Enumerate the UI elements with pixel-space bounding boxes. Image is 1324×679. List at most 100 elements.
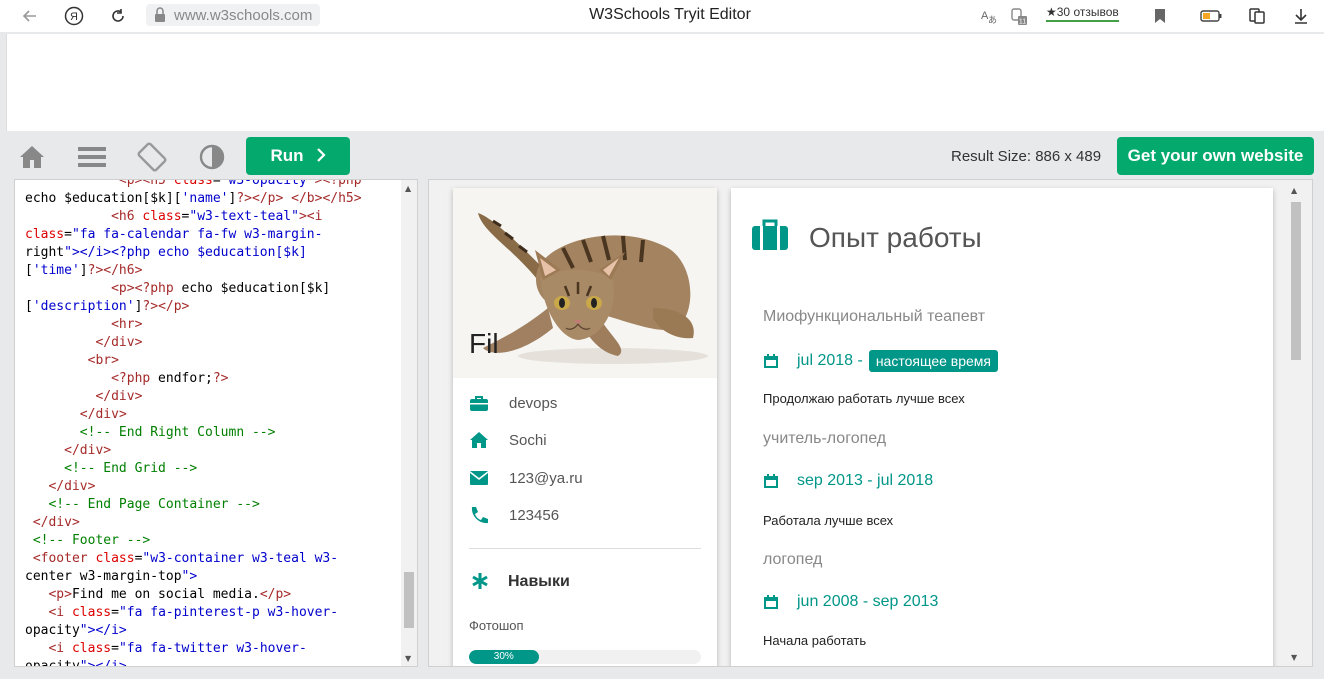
calendar-icon [764, 354, 778, 368]
info-city: Sochi [469, 431, 547, 449]
code-line[interactable]: <i class="fa fa-pinterest-p w3-hover- [25, 604, 397, 622]
job-date-text: sep 2013 - jul 2018 [797, 472, 934, 489]
info-job: devops [469, 394, 557, 412]
info-email: 123@ya.ru [469, 469, 583, 487]
collections-icon[interactable] [1245, 4, 1269, 28]
code-scroll-thumb[interactable] [404, 572, 414, 628]
code-line[interactable]: <p>Find me on social media.</p> [25, 586, 397, 604]
scroll-up-icon[interactable]: ▲ [405, 184, 411, 193]
code-line[interactable]: echo $education[$k]['name']?></p> </b></… [25, 190, 397, 208]
home-icon[interactable] [17, 142, 47, 172]
reviews-link[interactable]: ★30 отзывов [1046, 5, 1119, 22]
browser-toolbar: Я www.w3schools.com W3Schools Tryit Edit… [0, 0, 1324, 32]
job-description: Начала работать [763, 633, 867, 648]
code-scrollbar[interactable]: ▲ ▼ [401, 180, 417, 666]
code-line[interactable]: right"></i><?php echo $education[$k] [25, 244, 397, 262]
job-description: Работала лучше всех [763, 513, 894, 528]
code-line[interactable]: <!-- End Page Container --> [25, 496, 397, 514]
skill-label: Фотошоп [469, 618, 524, 633]
reload-icon[interactable] [106, 4, 130, 28]
code-line[interactable]: ['time']?></h6> [25, 262, 397, 280]
phone-icon [471, 507, 488, 524]
translate-icon[interactable]: Aあ [976, 4, 1000, 28]
code-line[interactable]: ['description']?></p> [25, 298, 397, 316]
bookmark-icon[interactable] [1148, 4, 1172, 28]
chevron-right-icon [316, 146, 326, 167]
code-line[interactable]: <br> [25, 352, 397, 370]
back-arrow-icon[interactable] [18, 4, 42, 28]
experience-title: Опыт работы [809, 222, 982, 253]
phone-text: 123456 [509, 506, 560, 524]
skill-progress-fill: 30% [469, 650, 539, 664]
scroll-down-icon[interactable]: ▼ [1291, 653, 1297, 662]
code-line[interactable]: center w3-margin-top"> [25, 568, 397, 586]
code-line[interactable]: <p><?php echo $education[$k] [25, 280, 397, 298]
code-line[interactable]: <h6 class="w3-text-teal"><i [25, 208, 397, 226]
city-text: Sochi [509, 431, 547, 449]
code-text[interactable]: <p><h5 class="w3-opacity"><?php echo $edu… [25, 180, 397, 666]
code-line[interactable]: class="fa fa-calendar fa-fw w3-margin- [25, 226, 397, 244]
tryit-toolbar: Run Result Size: 886 x 489 Get your own … [0, 133, 1324, 179]
job-date-text: jul 2018 - [797, 352, 863, 369]
result-frame: Fil devops Sochi 123@ya.ru 123456 Навыки… [428, 179, 1313, 667]
code-line[interactable]: </div> [25, 406, 397, 424]
dark-mode-icon[interactable] [197, 142, 227, 172]
job-title: Миофункциональный теапевт [763, 308, 986, 325]
skills-title: Навыки [508, 573, 570, 590]
job-date: jun 2008 - sep 2013 [763, 593, 938, 611]
address-bar[interactable]: www.w3schools.com [146, 4, 321, 26]
job-description: Продолжаю работать лучше всех [763, 391, 965, 406]
profile-name: Fil [469, 328, 499, 359]
get-own-website-button[interactable]: Get your own website [1117, 137, 1314, 175]
lock-icon [155, 7, 165, 22]
yandex-logo-icon[interactable]: Я [62, 4, 86, 28]
svg-text:11: 11 [1019, 19, 1026, 26]
menu-icon[interactable] [77, 142, 107, 172]
code-line[interactable]: <!-- End Grid --> [25, 460, 397, 478]
code-line[interactable]: </div> [25, 442, 397, 460]
experience-card: Опыт работы Миофункциональный теапевт ju… [731, 188, 1273, 666]
job-title: логопед [763, 551, 823, 568]
skill-progress-bar: 30% [469, 650, 701, 664]
code-line[interactable]: </div> [25, 514, 397, 532]
rotate-layout-icon[interactable] [137, 142, 167, 172]
code-line[interactable]: <!-- End Right Column --> [25, 424, 397, 442]
code-line[interactable]: </div> [25, 388, 397, 406]
scroll-down-icon[interactable]: ▼ [405, 654, 411, 663]
code-editor[interactable]: <p><h5 class="w3-opacity"><?php echo $edu… [14, 179, 418, 667]
job-date: jul 2018 - настоящее время [763, 350, 999, 372]
browser-page-title: W3Schools Tryit Editor [589, 6, 751, 23]
cat-photo: Fil [453, 188, 717, 378]
envelope-icon [469, 471, 489, 485]
code-line[interactable]: opacity"></i> [25, 622, 397, 640]
asterisk-icon [472, 573, 488, 589]
battery-icon[interactable] [1199, 4, 1223, 28]
calendar-icon [764, 595, 778, 609]
code-line[interactable]: <i class="fa fa-twitter w3-hover- [25, 640, 397, 658]
job-date-text: jun 2008 - sep 2013 [797, 593, 939, 610]
protect-icon[interactable]: 11 [1006, 4, 1030, 28]
download-icon[interactable] [1289, 4, 1313, 28]
code-line[interactable]: <p><h5 class="w3-opacity"><?php [25, 180, 397, 190]
code-line[interactable]: </div> [25, 478, 397, 496]
code-line[interactable]: <!-- Footer --> [25, 532, 397, 550]
home-icon [470, 432, 488, 448]
info-phone: 123456 [469, 506, 559, 524]
code-line[interactable]: <footer class="w3-container w3-teal w3- [25, 550, 397, 568]
calendar-icon [764, 474, 778, 488]
job-date: sep 2013 - jul 2018 [763, 472, 933, 490]
result-size-text: Result Size: 886 x 489 [951, 148, 1102, 165]
scroll-up-icon[interactable]: ▲ [1291, 186, 1297, 195]
svg-text:あ: あ [988, 15, 997, 25]
result-scroll-thumb[interactable] [1291, 202, 1301, 360]
briefcase-icon [752, 219, 788, 250]
profile-card: Fil devops Sochi 123@ya.ru 123456 Навыки… [453, 188, 717, 666]
briefcase-icon [470, 396, 488, 411]
code-line[interactable]: <hr> [25, 316, 397, 334]
result-scrollbar[interactable]: ▲ ▼ [1287, 180, 1304, 666]
code-line[interactable]: <?php endfor;?> [25, 370, 397, 388]
run-button[interactable]: Run [246, 137, 350, 175]
code-line[interactable]: opacity"></i> [25, 658, 397, 666]
email-text: 123@ya.ru [509, 469, 583, 487]
code-line[interactable]: </div> [25, 334, 397, 352]
